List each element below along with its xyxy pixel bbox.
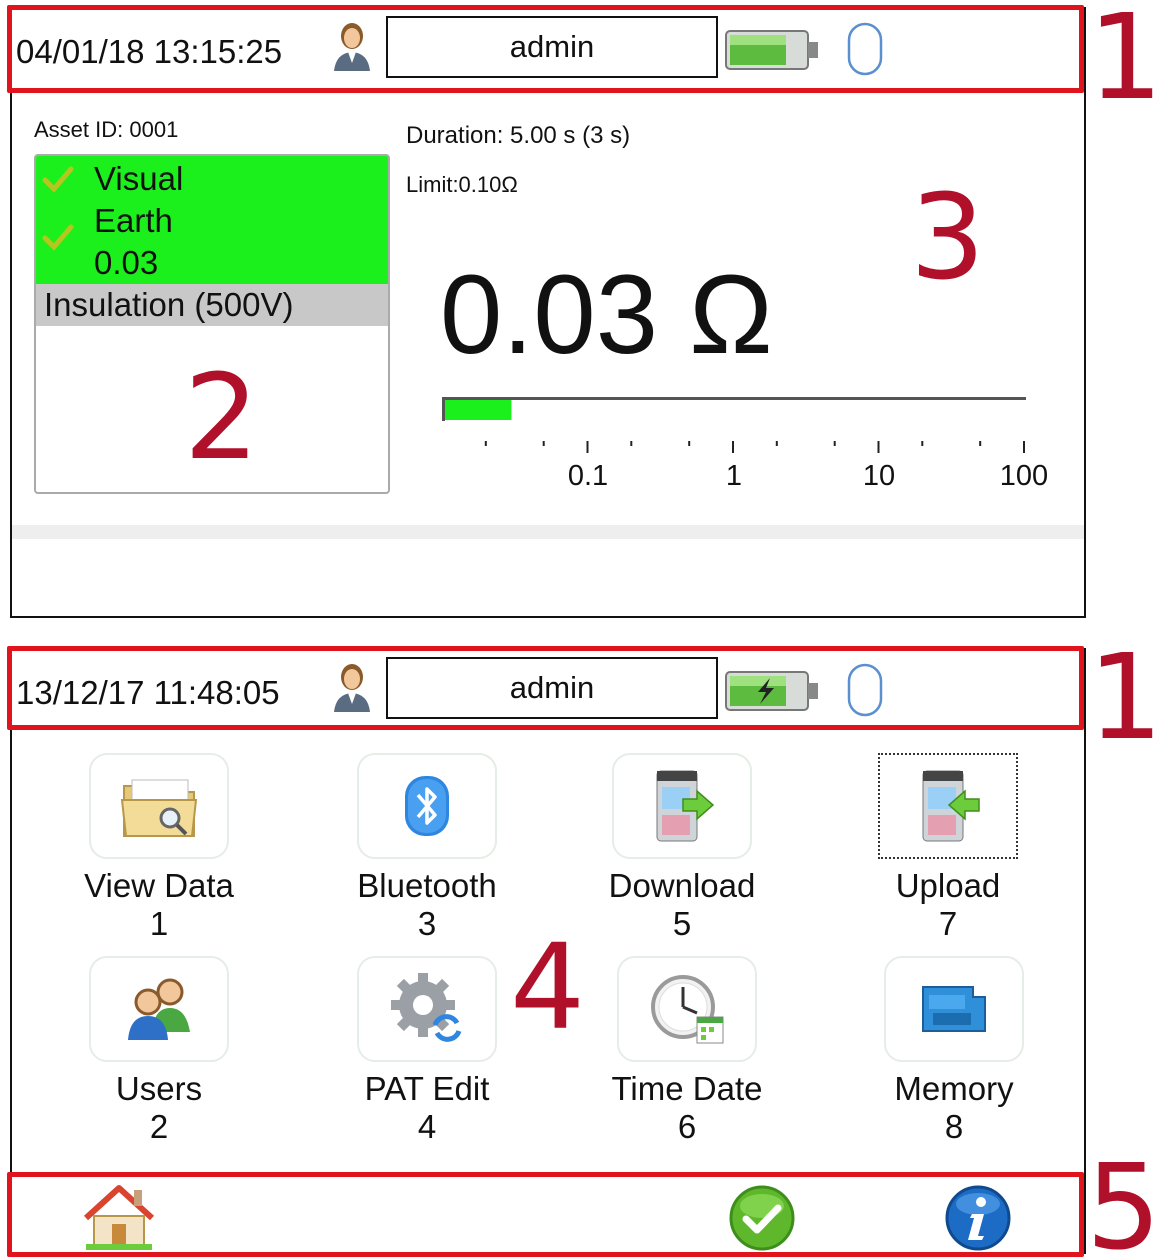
annotation-box-1b xyxy=(7,646,1084,730)
menu-upload[interactable]: Upload 7 xyxy=(838,753,1058,943)
test-earth: Earth xyxy=(94,202,173,239)
menu-number: 1 xyxy=(149,904,169,942)
divider xyxy=(12,525,1084,539)
menu-pat-edit[interactable]: PAT Edit 4 xyxy=(317,956,537,1146)
menu-tile-selected[interactable] xyxy=(878,753,1018,859)
menu-tile[interactable] xyxy=(612,753,752,859)
annotation-box-5 xyxy=(7,1172,1084,1257)
scale-ticks xyxy=(484,441,1025,453)
test-screen: 04/01/18 13:15:25 admin Asset ID: 0001 V… xyxy=(10,7,1086,618)
menu-label: Memory xyxy=(894,1070,1014,1107)
menu-users[interactable]: Users 2 xyxy=(49,956,269,1146)
annotation-2: 2 xyxy=(184,348,260,486)
test-earth-value: 0.03 xyxy=(94,244,159,281)
menu-number: 5 xyxy=(672,904,692,942)
duration: Duration: 5.00 s (3 s) xyxy=(406,122,631,149)
menu-bluetooth[interactable]: Bluetooth 3 xyxy=(317,753,537,943)
annotation-box-1a xyxy=(7,5,1084,93)
menu-label: Bluetooth xyxy=(357,867,497,904)
menu-tile[interactable] xyxy=(617,956,757,1062)
menu-download[interactable]: Download 5 xyxy=(572,753,792,943)
menu-tile[interactable] xyxy=(89,956,229,1062)
annotation-5: 5 xyxy=(1086,1138,1158,1257)
passed-tests: Visual Earth 0.03 xyxy=(36,156,388,284)
limit: Limit:0.10Ω xyxy=(406,172,518,197)
menu-label: Download xyxy=(608,867,756,904)
test-insulation: Insulation (500V) xyxy=(44,286,294,323)
menu-number: 2 xyxy=(149,1107,169,1145)
folder-search-icon xyxy=(120,779,198,837)
annotation-4: 4 xyxy=(510,918,586,1056)
check-icon xyxy=(42,224,74,251)
menu-label: PAT Edit xyxy=(364,1070,490,1107)
menu-view-data[interactable]: View Data 1 xyxy=(49,753,269,943)
annotation-3: 3 xyxy=(910,168,986,306)
menu-tile[interactable] xyxy=(357,956,497,1062)
check-icon xyxy=(42,166,74,193)
gear-edit-icon xyxy=(391,973,462,1042)
microsd-icon xyxy=(922,986,986,1032)
menu-label: Time Date xyxy=(611,1070,763,1107)
asset-id: Asset ID: 0001 xyxy=(34,117,179,142)
clock-calendar-icon xyxy=(651,975,724,1044)
menu-label: View Data xyxy=(84,867,234,904)
menu-number: 3 xyxy=(417,904,437,942)
current-test: Insulation (500V) xyxy=(36,284,388,326)
scale-label-100: 100 xyxy=(1000,460,1048,492)
test-visual: Visual xyxy=(94,160,184,197)
download-device-icon xyxy=(656,770,715,842)
scale-label-0.1: 0.1 xyxy=(568,460,608,492)
reading-fill-bar xyxy=(445,400,512,420)
menu-number: 8 xyxy=(944,1107,964,1145)
bluetooth-icon xyxy=(405,776,449,836)
menu-time-date[interactable]: Time Date 6 xyxy=(577,956,797,1146)
menu-label: Upload xyxy=(895,867,1001,904)
menu-tile[interactable] xyxy=(884,956,1024,1062)
users-icon xyxy=(128,978,190,1040)
menu-number: 7 xyxy=(938,904,958,942)
scale-label-1: 1 xyxy=(726,460,742,492)
reading-value: 0.03 Ω xyxy=(440,252,773,377)
log-scale-bar: 0.1 1 10 100 xyxy=(442,397,1048,492)
menu-memory[interactable]: Memory 8 xyxy=(844,956,1064,1146)
scale-label-10: 10 xyxy=(863,460,895,492)
annotation-1a: 1 xyxy=(1088,0,1158,126)
menu-tile[interactable] xyxy=(357,753,497,859)
menu-number: 4 xyxy=(417,1107,437,1145)
menu-tile[interactable] xyxy=(89,753,229,859)
upload-device-icon xyxy=(922,770,980,842)
annotation-1b: 1 xyxy=(1088,628,1158,766)
menu-number: 6 xyxy=(677,1107,697,1145)
menu-label: Users xyxy=(115,1070,203,1107)
